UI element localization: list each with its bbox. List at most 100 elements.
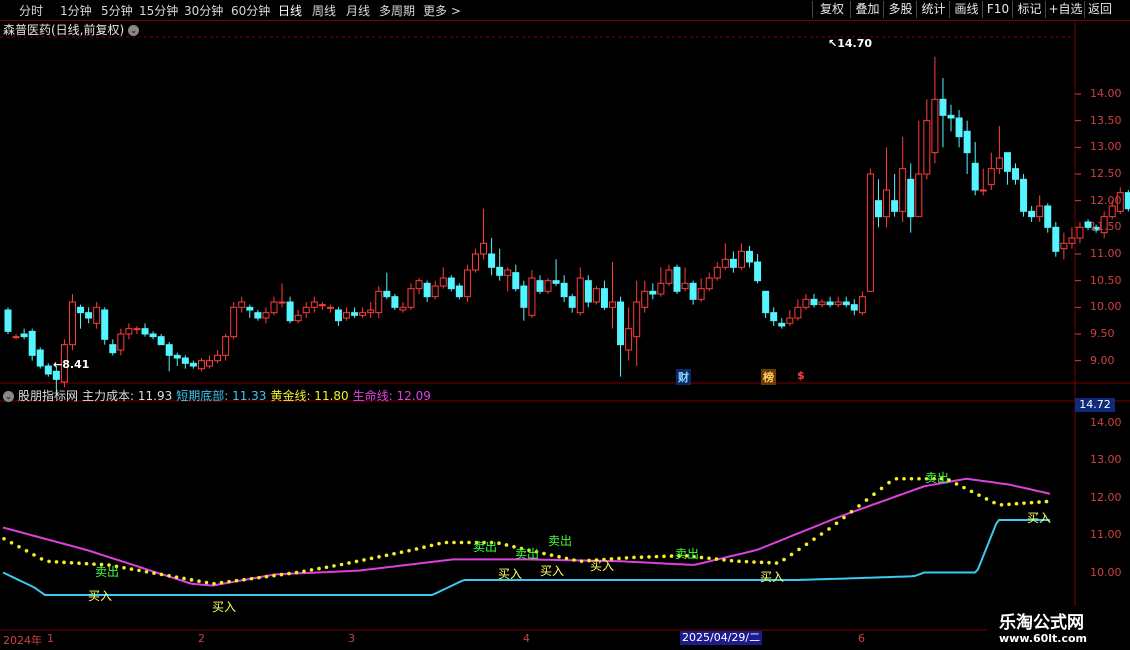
candle-body: [560, 282, 568, 298]
gold-line-dot: [729, 558, 734, 563]
buy-signal-label: 买入: [212, 600, 236, 614]
gold-line-dot: [774, 561, 779, 565]
ranking-event-badge[interactable]: 榜: [761, 369, 776, 385]
candle-body: [874, 200, 882, 218]
price-tick-label: 9.50: [1090, 327, 1115, 340]
date-label: 4: [523, 632, 530, 645]
candle-body: [1044, 205, 1052, 228]
candle-body: [318, 304, 326, 307]
candle-body: [1020, 178, 1028, 212]
gold-line-dot: [827, 527, 831, 531]
gold-line-dot: [1007, 502, 1011, 507]
candle-body: [101, 309, 109, 340]
candle-body: [165, 344, 173, 356]
gold-line-dot: [662, 554, 666, 559]
gold-line-dot: [159, 572, 164, 577]
candle-body: [826, 301, 834, 306]
gold-line-dot: [279, 572, 284, 577]
gold-line-dot: [444, 540, 449, 545]
gold-line-dot: [849, 509, 854, 514]
gold-line-dot: [962, 485, 966, 490]
candle-body: [415, 280, 423, 290]
finance-event-badge[interactable]: 财: [676, 369, 691, 385]
gold-line-dot: [969, 489, 974, 494]
candle-body: [12, 336, 20, 339]
indicator-header: ⌄ 股朋指标网 主力成本: 11.93 短期底部: 11.33 黄金线: 11.80 生命…: [3, 387, 435, 404]
candle-body: [729, 258, 737, 268]
gold-line-dot: [977, 493, 981, 497]
gold-line-dot: [249, 576, 254, 581]
gold-line-dot: [429, 543, 434, 548]
gold-line-dot: [864, 498, 869, 502]
candle-body: [697, 288, 705, 300]
chevron-down-icon[interactable]: ⌄: [3, 391, 14, 402]
gold-line-dot: [902, 476, 906, 481]
candle-body: [149, 333, 157, 338]
gold-line-dot: [909, 476, 914, 481]
candle-body: [20, 333, 28, 338]
dividend-event-badge[interactable]: $: [797, 369, 805, 382]
gold-line-dot: [152, 571, 156, 575]
gold-line-dot: [819, 532, 824, 536]
gold-line-dot: [62, 560, 66, 565]
indicator-name[interactable]: 股朋指标网: [18, 389, 78, 403]
candle-body: [1036, 205, 1044, 218]
gold-line-dot: [227, 579, 231, 584]
gold-line-dot: [287, 571, 291, 576]
candle-body: [818, 301, 826, 306]
buy-signal-label: 买入: [498, 567, 522, 581]
candle-body: [44, 365, 52, 375]
gold-line-dot: [339, 562, 344, 567]
candle-body: [883, 189, 891, 218]
gold-line-dot: [234, 578, 239, 583]
candle-body: [1108, 205, 1116, 218]
gold-line-dot: [47, 559, 51, 564]
price-tick-label: 12.00: [1090, 193, 1122, 207]
buy-signal-label: 买入: [88, 589, 112, 603]
candle-body: [270, 301, 278, 314]
candle-body: [407, 288, 415, 308]
gold-line-dot: [354, 559, 359, 564]
gold-line-dot: [984, 497, 989, 501]
gold-line-dot: [332, 564, 336, 568]
candle-body: [173, 354, 181, 359]
candle-body: [891, 200, 899, 212]
indicator-value: 短期底部: 11.33: [176, 389, 267, 403]
candle-body: [625, 328, 633, 351]
candle-body: [302, 306, 310, 314]
indicator-value: 黄金线: 11.80: [270, 389, 349, 403]
gold-line-dot: [377, 555, 381, 559]
candle-body: [85, 312, 93, 319]
watermark: 乐淘公式网 www.60lt.com: [987, 606, 1130, 650]
candle-body: [713, 266, 721, 279]
candle-body: [334, 309, 342, 322]
price-tick-label: 12.50: [1090, 167, 1122, 180]
candle-body: [230, 306, 238, 338]
gold-line-dot: [422, 545, 426, 550]
candle-body: [246, 306, 254, 311]
gold-line-dot: [887, 480, 891, 485]
candle-body: [326, 306, 334, 309]
gold-line-dot: [242, 577, 246, 582]
gold-line-dot: [174, 575, 179, 579]
candle-body: [850, 304, 858, 311]
indicator-tick-label: 10.00: [1090, 565, 1122, 579]
candle-body: [633, 301, 641, 338]
candle-body: [1124, 192, 1130, 210]
candle-body: [552, 280, 560, 284]
candle-body: [947, 114, 955, 119]
gold-line-dot: [1037, 500, 1041, 504]
sell-signal-label: 卖出: [515, 547, 539, 561]
candle-body: [157, 336, 165, 346]
candle-body: [181, 357, 189, 364]
gold-line-dot: [617, 556, 621, 561]
indicator-value: 生命线: 12.09: [352, 389, 431, 403]
gold-line-dot: [189, 578, 194, 582]
candle-body: [117, 333, 125, 351]
candle-body: [286, 301, 294, 322]
gold-line-dot: [549, 553, 554, 557]
candle-body: [512, 272, 520, 290]
gold-line-dot: [369, 556, 374, 561]
gold-line-dot: [317, 566, 321, 571]
gold-line-dot: [399, 550, 404, 555]
